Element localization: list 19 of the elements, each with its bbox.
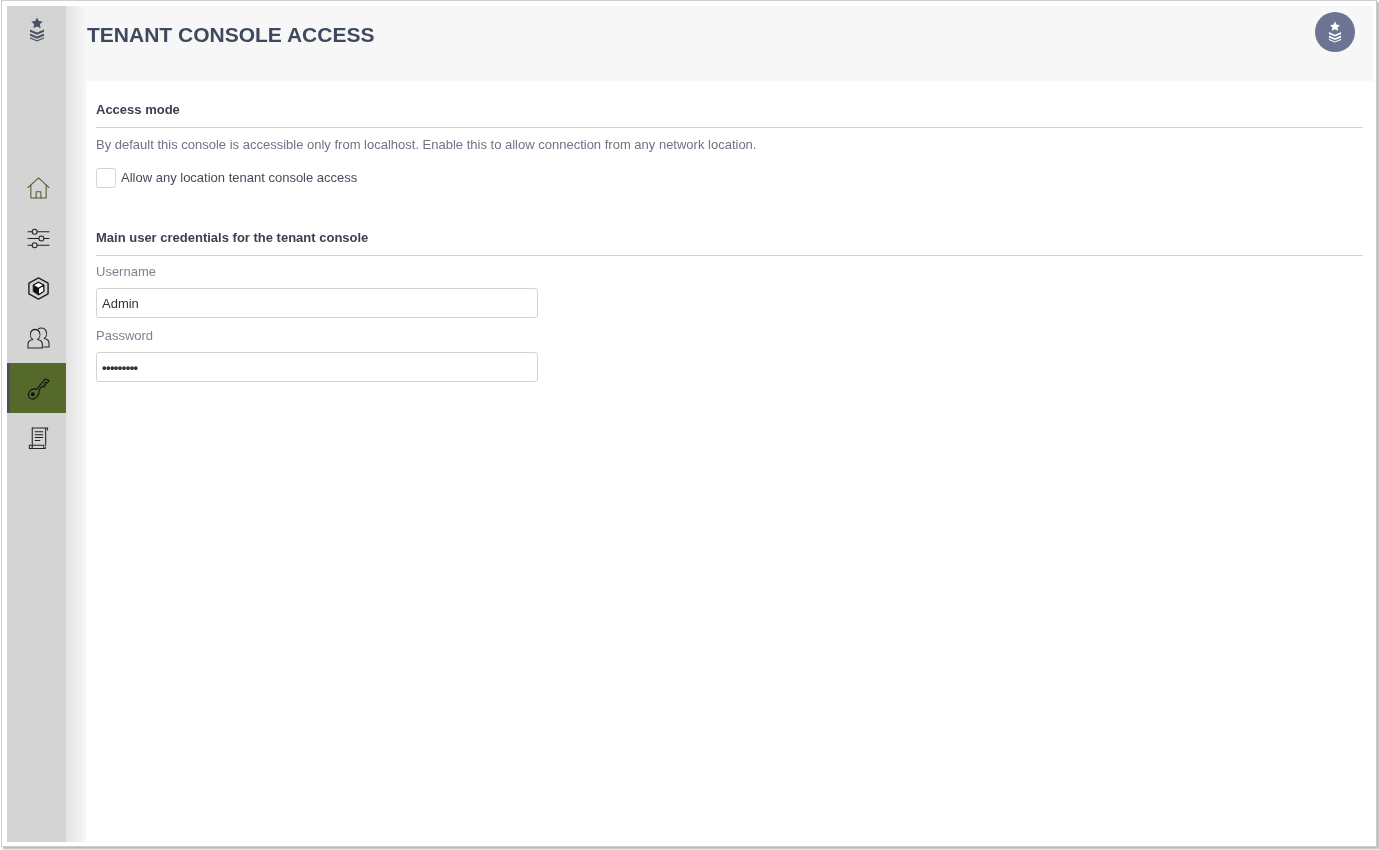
section-description: By default this console is accessible only from localhost. Enable this to allow connection from any network location.	[96, 137, 758, 153]
home-icon	[26, 177, 50, 199]
document-icon	[27, 426, 49, 450]
page-title: TENANT CONSOLE ACCESS	[87, 22, 375, 48]
section-heading: Main user credentials for the tenant console	[96, 230, 370, 246]
star-chevron-icon	[1328, 21, 1342, 43]
username-field[interactable]: Admin	[96, 288, 538, 318]
star-chevron-logo-icon	[28, 16, 45, 43]
key-icon	[26, 376, 50, 400]
section-heading: Access mode	[96, 102, 181, 118]
field-label: Username	[96, 264, 157, 280]
sliders-icon	[26, 226, 50, 250]
checkbox-label[interactable]: Allow any location tenant console access	[121, 170, 358, 186]
cube-in-hexagon-icon	[26, 276, 50, 300]
password-field[interactable]: •••••••••	[96, 352, 538, 382]
checkbox[interactable]	[96, 168, 116, 188]
avatar-button[interactable]	[1315, 12, 1355, 52]
field-label: Password	[96, 328, 155, 344]
users-icon	[26, 327, 50, 349]
